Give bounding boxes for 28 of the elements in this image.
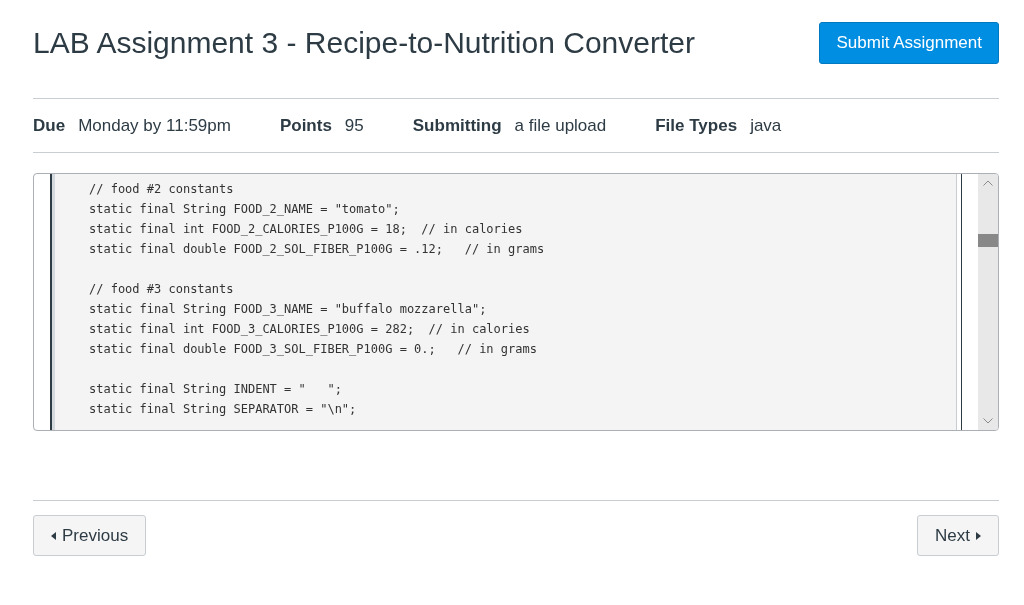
code-line: static final int FOOD_2_CALORIES_P100G = 18; // in calories (89, 221, 524, 238)
submit-assignment-button[interactable]: Submit Assignment (819, 22, 999, 64)
previous-button[interactable]: Previous (33, 515, 147, 556)
code-line: static final String INDENT = " "; (89, 381, 343, 398)
detail-label: Due (33, 115, 66, 136)
detail-label: Points (279, 115, 332, 136)
code-line: // food #2 constants (89, 181, 235, 198)
chevron-up-icon[interactable] (983, 180, 993, 186)
scrollbar-thumb[interactable] (978, 234, 998, 247)
detail-value: Monday by 11:59pm (78, 115, 231, 136)
caret-left-icon (51, 531, 56, 540)
detail-label: File Types (655, 115, 738, 136)
caret-right-icon (976, 531, 981, 540)
code-line: static final String FOOD_3_NAME = "buffalo mozzarella"; (89, 301, 488, 318)
detail-value: java (750, 115, 782, 136)
chevron-down-icon[interactable] (983, 418, 993, 424)
code-line: static final String SEPARATOR = "\n"; (89, 401, 358, 418)
detail-label: Submitting (412, 115, 502, 136)
code-line: // food #3 constants (89, 281, 235, 298)
code-line: static final double FOOD_2_SOL_FIBER_P100G = .12; // in grams (89, 241, 546, 258)
code-line: static final double FOOD_3_SOL_FIBER_P100G = 0.; // in grams (89, 341, 538, 358)
scrollbar[interactable] (978, 174, 998, 430)
assignment-title: LAB Assignment 3 - Recipe-to-Nutrition Converter (33, 25, 695, 61)
detail-value: a file upload (514, 115, 607, 136)
next-button[interactable]: Next (917, 515, 999, 556)
code-line: static final String FOOD_2_NAME = "tomato"; (89, 201, 401, 218)
code-line: static final int FOOD_3_CALORIES_P100G = 282; // in calories (89, 321, 531, 338)
detail-value: 95 (344, 115, 364, 136)
